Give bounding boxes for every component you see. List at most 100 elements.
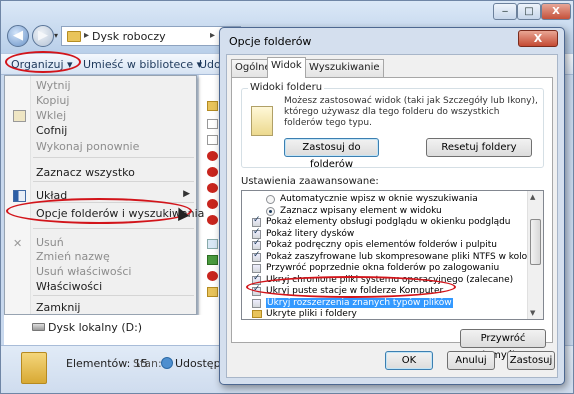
folder-views-group: Widoki folderu Możesz zastosować widok (… (241, 82, 544, 170)
file-icon (207, 119, 218, 129)
navigation-pane: Dysk lokalny (D:) (4, 315, 216, 345)
option-label: Automatycznie wpisz w oknie wyszukiwania (280, 194, 478, 204)
menu-separator (33, 228, 194, 229)
dialog-title: Opcje folderów (229, 35, 312, 48)
dialog-close-button[interactable]: X (518, 30, 558, 47)
cancel-button[interactable]: Anuluj (447, 351, 495, 370)
folder-icon (207, 287, 218, 297)
flash-file-icon (207, 167, 218, 177)
forward-arrow-icon[interactable]: ▶ (32, 25, 54, 47)
scroll-thumb[interactable] (530, 219, 541, 265)
option-label: Zaznacz wpisany element w widoku (280, 205, 442, 216)
checkbox-option[interactable]: Przywróć poprzednie okna folderów po zal… (242, 263, 527, 275)
menu-item-label: Zaznacz wszystko (36, 166, 135, 179)
scroll-up-icon[interactable]: ▲ (530, 193, 535, 201)
checkbox[interactable] (252, 250, 261, 262)
dialog-footer: OK Anuluj Zastosuj (227, 343, 557, 377)
folder-icon (207, 101, 218, 111)
include-in-library-button[interactable]: Umieść w bibliotece ▾ (83, 58, 202, 71)
menu-item-label: Zamknij (36, 301, 81, 314)
maximize-button[interactable]: □ (517, 3, 541, 20)
address-path[interactable]: Dysk roboczy (92, 30, 166, 43)
folder-views-description: Możesz zastosować widok (taki jak Szczeg… (284, 96, 538, 128)
advanced-settings-list[interactable]: Automatycznie wpisz w oknie wyszukiwania… (241, 190, 544, 320)
menu-item-label: Cofnij (36, 124, 68, 137)
folder-options-dialog: Opcje folderów X Ogólne Widok Wyszukiwan… (219, 27, 565, 385)
option-label: Pokaż podręczny opis elementów folderów … (266, 240, 497, 250)
chevron-right-icon[interactable]: ▸ (84, 30, 89, 41)
flash-file-icon (207, 151, 218, 161)
checkbox-option[interactable]: Pokaż litery dysków (242, 227, 527, 241)
address-bar[interactable]: ▸ Dysk roboczy ▸ (61, 26, 241, 46)
tab-view[interactable]: Widok (267, 57, 306, 78)
back-arrow-icon[interactable]: ◀ (7, 25, 29, 47)
menu-item-properties[interactable]: Właściwości (5, 277, 198, 297)
file-icon (207, 135, 218, 145)
menu-item-folder-options[interactable]: Opcje folderów i wyszukiwania (5, 204, 204, 224)
checkbox[interactable] (252, 298, 261, 308)
folder-icon (67, 31, 81, 42)
spreadsheet-file-icon (207, 255, 218, 265)
option-label: Ukryte pliki i foldery (266, 309, 357, 319)
option-label: Ukryj chronione pliki systemu operacyjne… (266, 274, 514, 285)
file-icon (207, 239, 218, 249)
submenu-arrow-icon: ▶ (183, 189, 190, 199)
menu-item-label: Właściwości (36, 280, 103, 293)
drive-icon (32, 323, 45, 331)
share-button[interactable]: Udo (199, 58, 221, 71)
menu-item-redo[interactable]: Wykonaj ponownie (5, 137, 198, 157)
checkbox-option[interactable]: Pokaż podręczny opis elementów folderów … (242, 238, 527, 252)
option-label: Pokaż elementy obsługi podglądu w okienk… (266, 217, 511, 227)
ok-button[interactable]: OK (385, 351, 433, 370)
flash-file-icon (207, 271, 218, 281)
flash-file-icon (207, 199, 218, 209)
reset-folders-button[interactable]: Resetuj foldery (426, 138, 532, 157)
option-label: Ukryj puste stacje w folderze Komputer (266, 286, 444, 296)
menu-item-label: Wykonaj ponownie (36, 140, 140, 153)
menu-separator (33, 181, 194, 182)
history-dropdown-icon[interactable]: ▾ (54, 31, 58, 40)
close-button[interactable]: X (541, 3, 571, 20)
scroll-down-icon[interactable]: ▼ (530, 309, 535, 317)
checkbox-option[interactable]: Pokaż zaszyfrowane lub skompresowane pli… (242, 250, 541, 264)
folder-icon (252, 310, 262, 318)
radio-option[interactable]: Automatycznie wpisz w oknie wyszukiwania (242, 194, 527, 206)
minimize-button[interactable]: ‒ (493, 3, 517, 20)
checkbox[interactable] (252, 284, 261, 296)
tree-folder-item[interactable]: Ukryte pliki i foldery (242, 309, 527, 319)
view-tab-panel: Widoki folderu Możesz zastosować widok (… (231, 77, 553, 361)
option-label: Pokaż zaszyfrowane lub skompresowane pli… (266, 251, 542, 262)
folder-icon (21, 352, 47, 384)
menu-separator (33, 157, 194, 158)
checkbox-option[interactable]: Ukryj puste stacje w folderze Komputer (242, 284, 527, 298)
checkbox-option[interactable]: Ukryj chronione pliki systemu operacyjne… (242, 273, 527, 287)
layout-icon (13, 190, 26, 202)
apply-button[interactable]: Zastosuj (507, 351, 555, 370)
dialog-body: Ogólne Widok Wyszukiwanie Widoki folderu… (226, 54, 558, 378)
scrollbar[interactable]: ▲ ▼ (527, 191, 543, 319)
flash-file-icon (207, 183, 218, 193)
advanced-settings-label: Ustawienia zaawansowane: (241, 176, 379, 187)
organize-menu: Wytnij Kopiuj Wklej Cofnij Wykonaj ponow… (4, 75, 204, 315)
organize-button[interactable]: Organizuj ▾ (11, 58, 73, 71)
radio-button[interactable] (266, 206, 275, 216)
checkbox-option[interactable]: Pokaż elementy obsługi podglądu w okienk… (242, 215, 527, 229)
tab-search[interactable]: Wyszukiwanie (305, 59, 384, 77)
shared-people-icon (161, 357, 173, 369)
menu-item-layout[interactable]: Układ ▶ (5, 186, 198, 206)
option-label: Przywróć poprzednie okna folderów po zal… (266, 263, 500, 273)
checkbox-option[interactable]: Ukryj rozszerzenia znanych typów plików (242, 297, 527, 310)
option-label: Ukryj rozszerzenia znanych typów plików (266, 297, 453, 308)
state-label: Stan: (133, 357, 162, 370)
apply-to-folders-button[interactable]: Zastosuj do folderów (284, 138, 379, 170)
radio-option[interactable]: Zaznacz wpisany element w widoku (242, 206, 527, 218)
menu-item-select-all[interactable]: Zaznacz wszystko (5, 163, 198, 183)
radio-button[interactable] (266, 195, 275, 204)
option-label: Pokaż litery dysków (266, 228, 355, 239)
chevron-right-icon[interactable]: ▸ (210, 30, 215, 41)
flash-file-icon (207, 215, 218, 225)
folder-views-icon (251, 106, 273, 136)
nav-item-local-drive[interactable]: Dysk lokalny (D:) (48, 321, 142, 334)
menu-separator (33, 202, 194, 203)
menu-separator (33, 295, 194, 296)
